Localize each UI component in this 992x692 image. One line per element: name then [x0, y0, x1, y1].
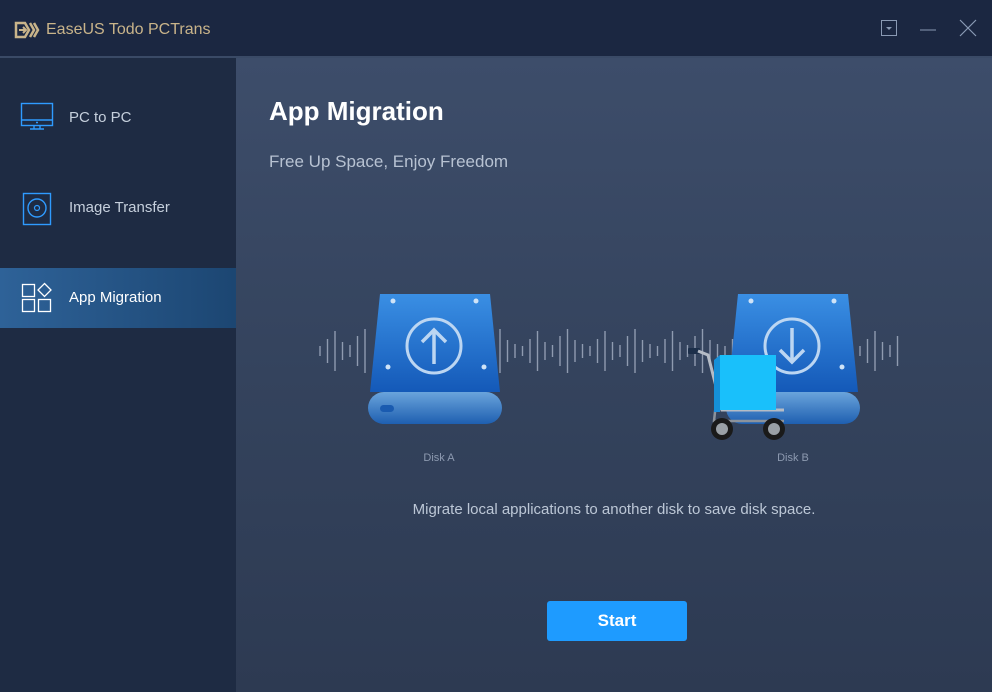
disc-image-icon	[22, 192, 52, 226]
cart-with-box-icon	[688, 348, 785, 440]
close-button[interactable]	[958, 18, 978, 38]
minimize-button[interactable]	[918, 18, 938, 38]
menu-dropdown-button[interactable]	[879, 18, 899, 38]
main-panel: App Migration Free Up Space, Enjoy Freed…	[236, 58, 992, 692]
sidebar: PC to PC Image Transfer App Migration	[0, 58, 236, 692]
disk-a-icon	[368, 294, 502, 424]
sidebar-item-label: PC to PC	[69, 109, 132, 126]
apps-grid-icon	[21, 282, 52, 313]
waveform-decoration	[319, 329, 899, 373]
easeus-logo-icon	[14, 21, 40, 39]
disk-a-label: Disk A	[423, 452, 455, 464]
sidebar-item-app-migration[interactable]: App Migration	[0, 268, 236, 328]
sidebar-item-pc-to-pc[interactable]: PC to PC	[0, 88, 236, 148]
monitor-icon	[20, 102, 54, 130]
sidebar-item-image-transfer[interactable]: Image Transfer	[0, 178, 236, 238]
description-text: Migrate local applications to another di…	[412, 501, 816, 518]
disk-b-label: Disk B	[777, 452, 809, 464]
app-title: EaseUS Todo PCTrans	[46, 21, 211, 38]
start-button[interactable]: Start	[547, 601, 687, 641]
sidebar-item-label: App Migration	[69, 289, 162, 306]
title-bar: EaseUS Todo PCTrans	[0, 0, 992, 58]
sidebar-item-label: Image Transfer	[69, 199, 170, 216]
